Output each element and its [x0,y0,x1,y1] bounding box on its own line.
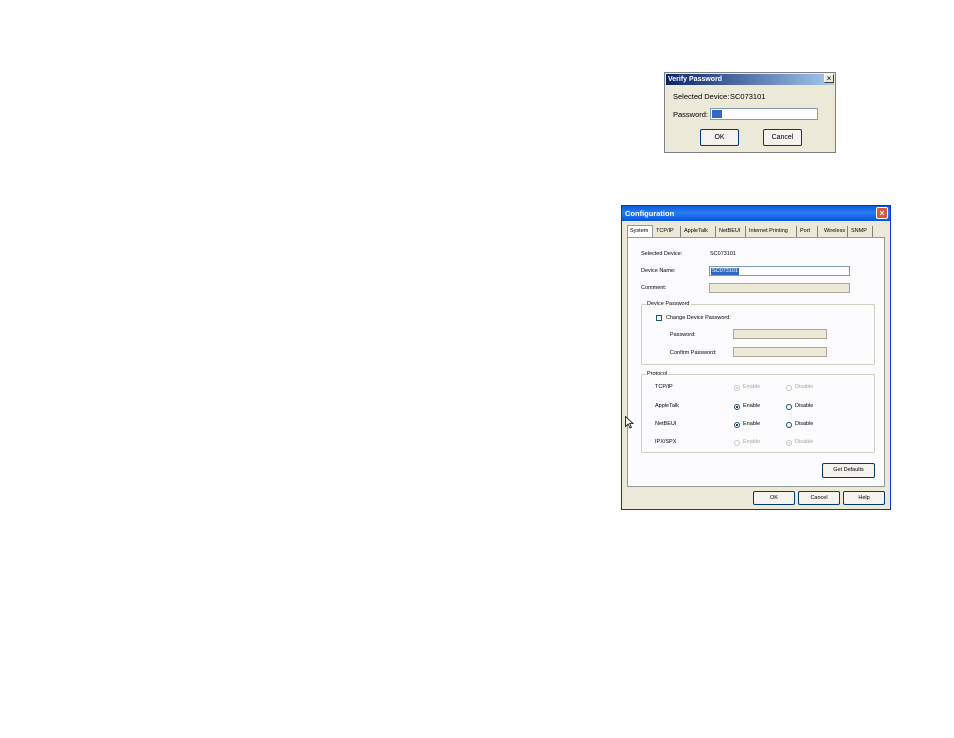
configuration-dialog: Configuration × System TCP/IP AppleTalk … [621,205,891,510]
protocol-name: TCP/IP [655,384,673,390]
confirm-password-label: Confirm Password: [670,350,717,356]
ipxspx-enable-label: Enable [743,439,761,445]
ipxspx-enable-radio[interactable] [734,440,740,446]
appletalk-disable-radio[interactable] [786,404,792,410]
password-label: Password: [673,110,709,119]
cancel-button[interactable]: Cancel [763,129,802,146]
device-password-group-title: Device Password [646,301,691,307]
ok-button[interactable]: OK [753,491,795,505]
selected-device-value: SC073101 [730,92,766,101]
change-password-checkbox[interactable] [656,315,662,321]
tab-appletalk[interactable]: AppleTalk [682,226,716,237]
tab-internet-printing[interactable]: Internet Printing [747,226,797,237]
device-name-label: Device Name: [641,268,676,274]
selected-device-value: SC073101 [710,251,736,257]
comment-label: Comment: [641,285,667,291]
tcpip-disable-label: Disable [795,384,814,390]
protocol-group: Protocol TCP/IP Enable Disable AppleTalk… [641,371,875,453]
close-icon[interactable]: × [824,74,834,83]
netbeui-enable-label: Enable [743,421,761,427]
change-password-label: Change Device Password: [666,315,731,321]
tcpip-disable-radio[interactable] [786,385,792,391]
system-tab-panel: Selected Device: SC073101 Device Name: S… [627,237,885,487]
password-input[interactable] [733,329,827,339]
netbeui-disable-radio[interactable] [786,422,792,428]
tab-port[interactable]: Port [798,226,818,237]
netbeui-disable-label: Disable [795,421,814,427]
protocol-name: AppleTalk [655,403,679,409]
device-name-value: SC073101 [711,268,739,275]
help-button[interactable]: Help [843,491,885,505]
mouse-pointer-icon [625,416,634,429]
netbeui-enable-radio[interactable] [734,422,740,428]
ipxspx-disable-label: Disable [795,439,814,445]
ok-button[interactable]: OK [700,129,739,146]
tab-system[interactable]: System [627,225,653,237]
appletalk-enable-radio[interactable] [734,404,740,410]
tab-tcpip[interactable]: TCP/IP [654,226,681,237]
device-name-input[interactable]: SC073101 [709,266,850,276]
tcpip-enable-radio[interactable] [734,385,740,391]
verify-password-dialog: Verify Password × Selected Device: SC073… [664,72,836,153]
selected-device-label: Selected Device: [673,92,730,101]
protocol-name: IPX/SPX [655,439,677,445]
tab-wireless[interactable]: Wireless [822,226,848,237]
close-icon[interactable]: × [876,207,888,219]
comment-input[interactable] [709,283,850,293]
appletalk-enable-label: Enable [743,403,761,409]
get-defaults-button[interactable]: Get Defaults [822,463,875,478]
device-password-group: Device Password Change Device Password: … [641,301,875,365]
cancel-button[interactable]: Cancel [798,491,840,505]
tcpip-enable-label: Enable [743,384,761,390]
protocol-group-title: Protocol [646,371,669,377]
selected-device-label: Selected Device: [641,251,683,257]
password-label: Password: [670,332,696,338]
ipxspx-disable-radio[interactable] [786,440,792,446]
confirm-password-input[interactable] [733,347,827,357]
configuration-title: Configuration [622,206,890,221]
protocol-name: NetBEUI [655,421,677,427]
appletalk-disable-label: Disable [795,403,814,409]
tab-netbeui[interactable]: NetBEUI [717,226,746,237]
verify-password-title: Verify Password [666,74,834,85]
password-input[interactable] [710,108,818,120]
tab-snmp[interactable]: SNMP [849,226,873,237]
